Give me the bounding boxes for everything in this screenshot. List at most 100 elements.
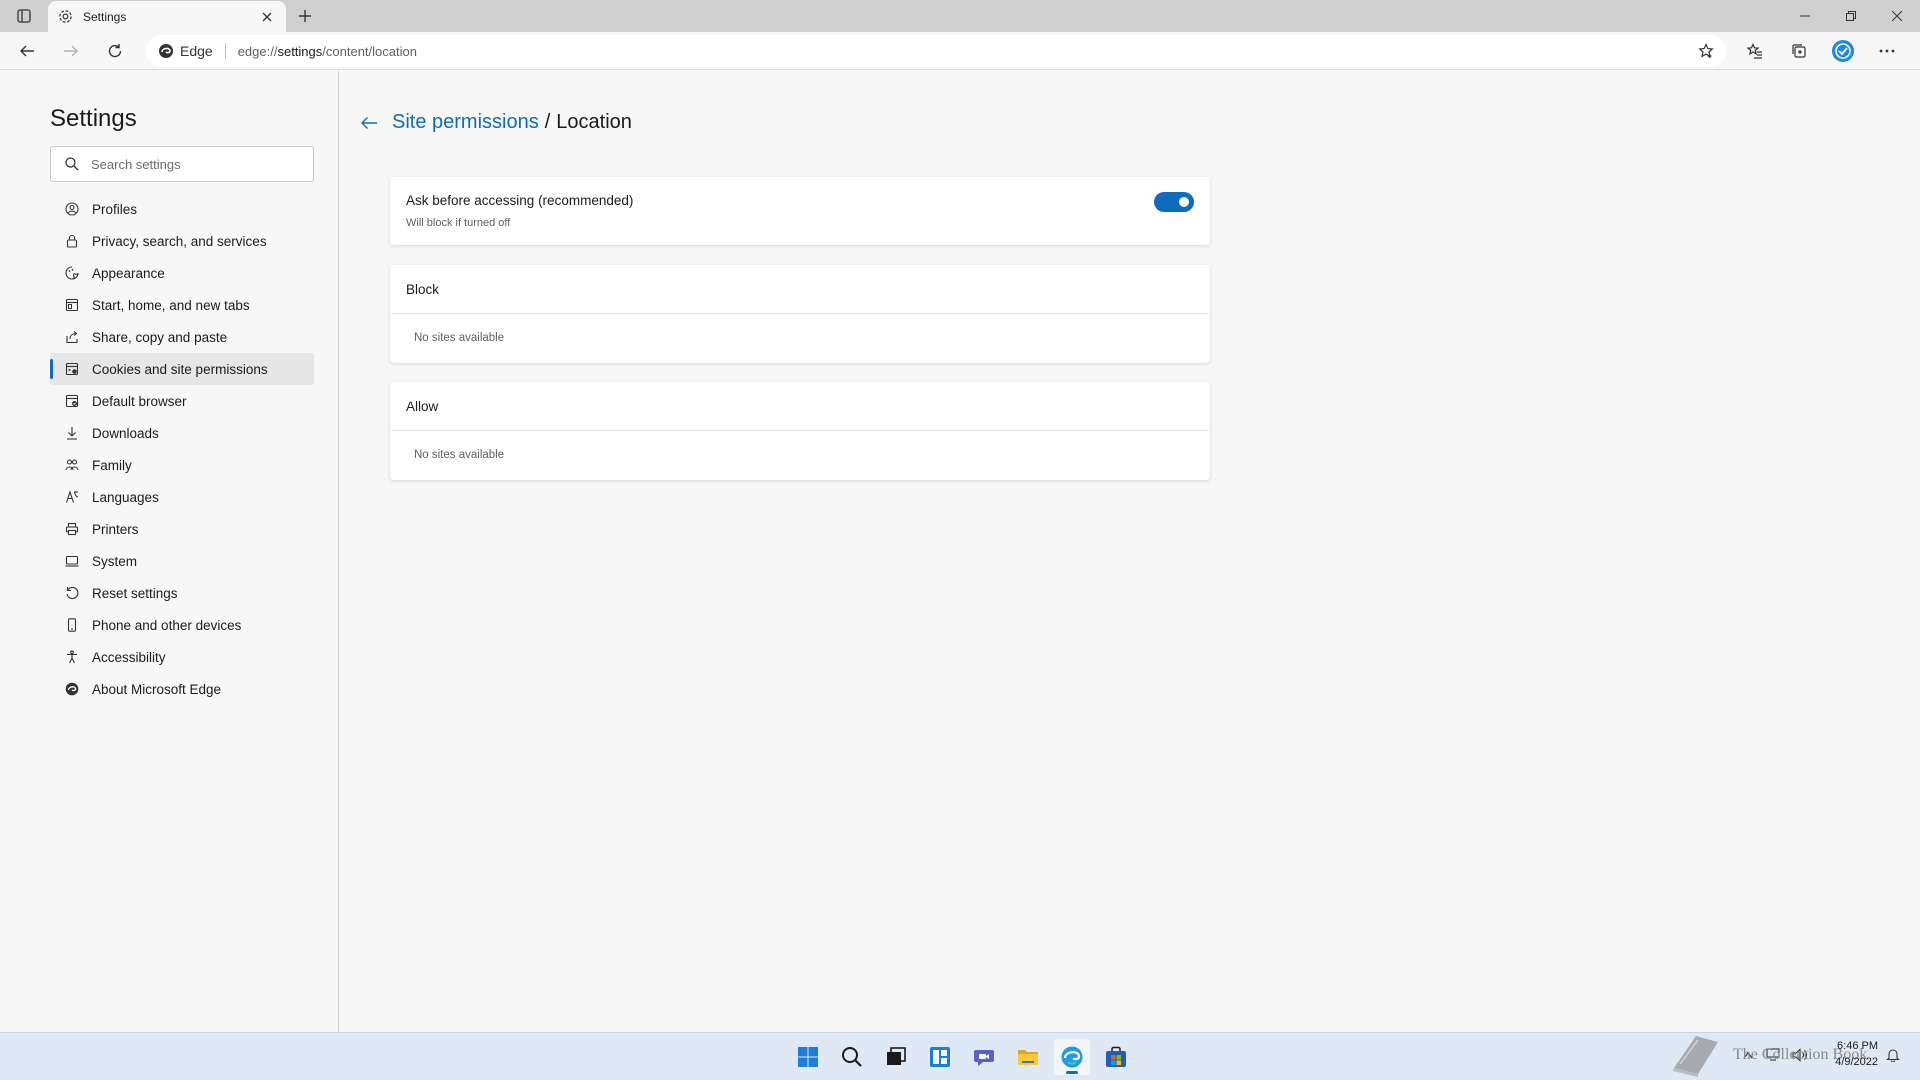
sidebar-item-about[interactable]: About Microsoft Edge — [50, 673, 314, 705]
minimize-icon[interactable] — [1782, 0, 1828, 32]
allow-section-title: Allow — [390, 382, 1210, 431]
settings-nav: Profiles Privacy, search, and services A… — [50, 193, 314, 705]
file-explorer-icon[interactable] — [1010, 1039, 1046, 1075]
watermark-book-logo — [1673, 1036, 1718, 1077]
sidebar-item-family[interactable]: Family — [50, 449, 314, 481]
notification-bell-icon[interactable] — [1884, 1046, 1902, 1064]
address-separator — [224, 43, 226, 59]
search-box[interactable] — [50, 146, 314, 182]
sidebar-item-label: Privacy, search, and services — [92, 233, 267, 249]
widgets-icon[interactable] — [922, 1039, 958, 1075]
sidebar-item-label: Appearance — [92, 265, 165, 281]
system-icon — [64, 553, 80, 569]
title-bar: Settings — [0, 0, 1920, 32]
family-icon — [64, 457, 80, 473]
forward-arrow-icon[interactable] — [56, 37, 86, 65]
allow-list-card: Allow No sites available — [390, 382, 1210, 480]
collections-icon[interactable] — [1784, 37, 1814, 65]
allow-empty-text: No sites available — [414, 449, 505, 461]
ask-before-accessing-toggle[interactable] — [1154, 192, 1194, 212]
sidebar-item-label: Start, home, and new tabs — [92, 297, 250, 313]
sidebar-item-appearance[interactable]: Appearance — [50, 257, 314, 289]
breadcrumb-site-permissions-link[interactable]: Site permissions — [392, 111, 539, 134]
settings-sidebar: Settings Profiles Privacy, search, and s… — [0, 71, 339, 1032]
favorites-icon[interactable] — [1740, 37, 1770, 65]
sidebar-item-downloads[interactable]: Downloads — [50, 417, 314, 449]
page-title: Location — [556, 111, 632, 133]
sidebar-item-label: Phone and other devices — [92, 617, 242, 633]
tab-title: Settings — [83, 9, 127, 24]
sidebar-item-label: Languages — [92, 489, 159, 505]
more-options-icon[interactable] — [1872, 37, 1902, 65]
address-site-label: Edge — [180, 43, 213, 59]
share-icon — [64, 329, 80, 345]
sidebar-title: Settings — [50, 105, 137, 132]
address-bar[interactable]: Edge edge://settings/content/location — [146, 35, 1726, 67]
sidebar-item-accessibility[interactable]: Accessibility — [50, 641, 314, 673]
close-window-icon[interactable] — [1874, 0, 1920, 32]
reset-icon — [64, 585, 80, 601]
clock-date: 4/9/2022 — [1835, 1056, 1878, 1068]
back-arrow-icon[interactable] — [12, 37, 42, 65]
toolbar: Edge edge://settings/content/location — [0, 32, 1920, 70]
search-input[interactable] — [91, 156, 291, 172]
restore-icon[interactable] — [1828, 0, 1874, 32]
sidebar-item-label: Printers — [92, 521, 139, 537]
add-favorite-icon[interactable] — [1696, 41, 1716, 61]
gear-icon — [58, 9, 73, 24]
address-url[interactable]: edge://settings/content/location — [238, 44, 417, 59]
sidebar-item-system[interactable]: System — [50, 545, 314, 577]
sidebar-item-label: About Microsoft Edge — [92, 681, 222, 697]
sidebar-item-label: Cookies and site permissions — [92, 361, 268, 377]
sidebar-item-reset[interactable]: Reset settings — [50, 577, 314, 609]
phone-icon — [64, 617, 80, 633]
sidebar-item-label: Share, copy and paste — [92, 329, 228, 345]
languages-icon — [64, 489, 80, 505]
ask-before-accessing-label: Ask before accessing (recommended) — [406, 193, 634, 208]
ask-before-accessing-card: Ask before accessing (recommended) Will … — [390, 177, 1210, 245]
system-clock[interactable]: 6:46 PM 4/9/2022 — [1820, 1038, 1878, 1070]
edge-taskbar-icon[interactable] — [1054, 1039, 1090, 1075]
breadcrumb-separator: / — [544, 111, 551, 133]
sidebar-item-profiles[interactable]: Profiles — [50, 193, 314, 225]
sidebar-item-printers[interactable]: Printers — [50, 513, 314, 545]
tab-settings[interactable]: Settings — [48, 1, 286, 32]
search-icon — [65, 157, 79, 171]
tab-actions-icon[interactable] — [10, 6, 38, 26]
block-list-card: Block No sites available — [390, 265, 1210, 363]
sidebar-item-share[interactable]: Share, copy and paste — [50, 321, 314, 353]
clock-time: 6:46 PM — [1837, 1040, 1878, 1052]
block-section-title: Block — [390, 265, 1210, 314]
edge-icon — [64, 681, 80, 697]
refresh-icon[interactable] — [100, 37, 130, 65]
sidebar-item-default-browser[interactable]: Default browser — [50, 385, 314, 417]
sidebar-item-label: System — [92, 553, 138, 569]
sidebar-item-label: Profiles — [92, 201, 138, 217]
tab-close-icon[interactable] — [258, 8, 276, 26]
search-icon[interactable] — [834, 1039, 870, 1075]
browser-icon — [64, 393, 80, 409]
edge-logo-icon — [158, 43, 174, 59]
breadcrumb: Site permissions / Location — [358, 111, 632, 134]
new-tab-icon[interactable] — [294, 5, 316, 27]
settings-content: Site permissions / Location Ask before a… — [340, 71, 1920, 1032]
printer-icon — [64, 521, 80, 537]
sidebar-item-label: Accessibility — [92, 649, 166, 665]
accessibility-icon — [64, 649, 80, 665]
sidebar-item-cookies[interactable]: Cookies and site permissions — [50, 353, 314, 385]
profile-avatar[interactable] — [1828, 37, 1858, 65]
chat-icon[interactable] — [966, 1039, 1002, 1075]
windows-start-icon[interactable] — [790, 1039, 826, 1075]
home-icon — [64, 297, 80, 313]
sidebar-item-languages[interactable]: Languages — [50, 481, 314, 513]
sidebar-item-label: Default browser — [92, 393, 187, 409]
back-arrow-icon[interactable] — [358, 112, 380, 134]
sidebar-item-start-home[interactable]: Start, home, and new tabs — [50, 289, 314, 321]
download-icon — [64, 425, 80, 441]
cookies-icon — [64, 361, 80, 377]
task-view-icon[interactable] — [878, 1039, 914, 1075]
store-icon[interactable] — [1098, 1039, 1134, 1075]
sidebar-item-phone[interactable]: Phone and other devices — [50, 609, 314, 641]
taskbar — [0, 1032, 1920, 1080]
sidebar-item-privacy[interactable]: Privacy, search, and services — [50, 225, 314, 257]
